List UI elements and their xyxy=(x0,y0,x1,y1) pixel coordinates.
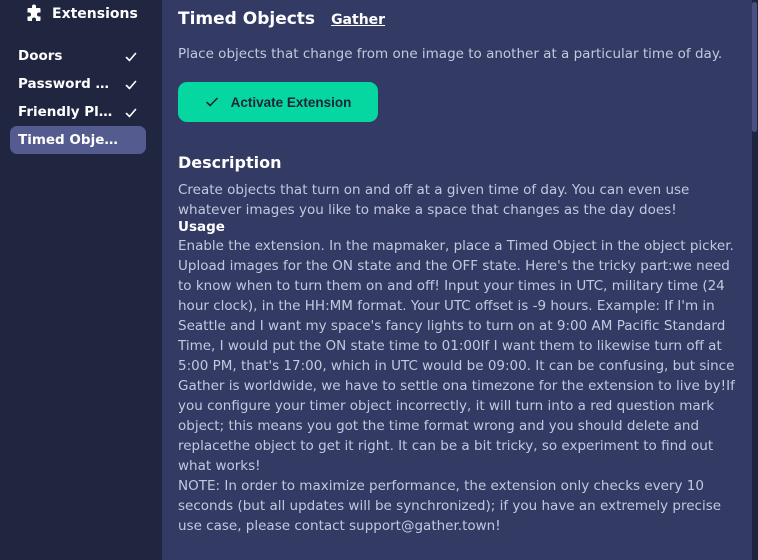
page-title: Timed Objects xyxy=(178,9,316,29)
description-text: Create objects that turn on and off at a… xyxy=(178,182,690,218)
sidebar-item-friendly-plant[interactable]: Friendly Plant xyxy=(10,98,146,126)
extension-subtitle: Place objects that change from one image… xyxy=(178,46,723,62)
title-row: Timed Objects Gather xyxy=(178,9,385,29)
sidebar-item-label: Doors xyxy=(18,48,63,64)
check-icon xyxy=(124,49,138,63)
usage-heading: Usage xyxy=(178,219,225,235)
author-link[interactable]: Gather xyxy=(331,12,385,28)
sidebar: Extensions Doors Password Do... Friendly… xyxy=(0,0,162,560)
sidebar-item-password-doors[interactable]: Password Do... xyxy=(10,70,146,98)
sidebar-item-label: Password Do... xyxy=(18,76,118,92)
extension-list: Doors Password Do... Friendly Plant Time… xyxy=(10,42,146,154)
sidebar-item-label: Friendly Plant xyxy=(18,104,118,120)
activate-extension-label: Activate Extension xyxy=(230,94,352,110)
note-text: NOTE: In order to maximize performance, … xyxy=(178,478,722,534)
description-heading: Description xyxy=(178,153,282,172)
puzzle-icon xyxy=(24,4,44,24)
sidebar-item-timed-objects[interactable]: Timed Obje... xyxy=(10,126,146,154)
sidebar-item-doors[interactable]: Doors xyxy=(10,42,146,70)
check-icon xyxy=(205,95,219,109)
check-icon xyxy=(124,77,138,91)
sidebar-header: Extensions xyxy=(24,3,138,25)
sidebar-item-label: Timed Obje... xyxy=(18,132,118,148)
check-icon xyxy=(124,105,138,119)
scrollbar-thumb[interactable] xyxy=(752,2,757,132)
activate-extension-button[interactable]: Activate Extension xyxy=(178,82,378,122)
usage-text: Enable the extension. In the mapmaker, p… xyxy=(178,238,735,474)
sidebar-title: Extensions xyxy=(52,6,138,22)
